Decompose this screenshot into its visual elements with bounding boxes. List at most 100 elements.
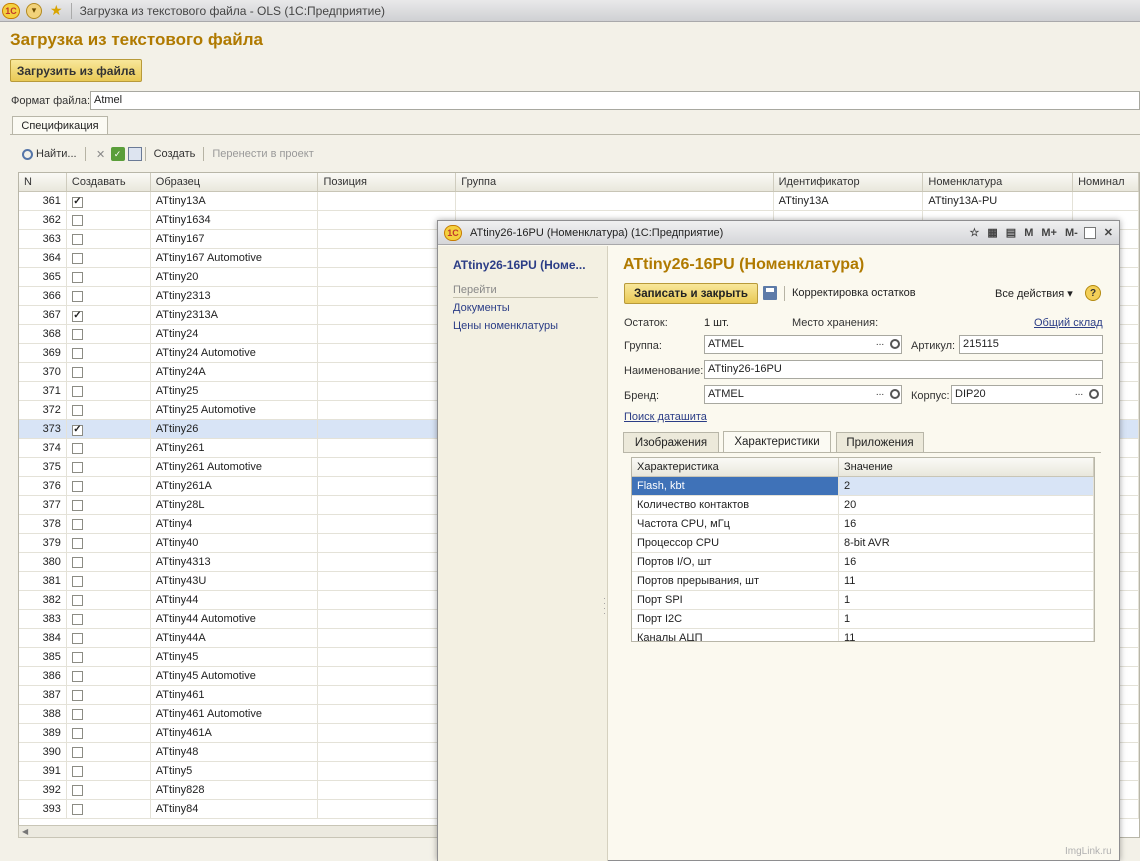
table-cell[interactable]	[318, 496, 457, 514]
create-checkbox-cell[interactable]	[67, 686, 151, 704]
column-header[interactable]: Позиция	[318, 173, 457, 191]
calculator-icon[interactable]: ▦	[987, 226, 997, 239]
create-checkbox[interactable]	[71, 538, 83, 549]
create-checkbox-cell[interactable]	[67, 382, 151, 400]
create-checkbox-cell[interactable]	[67, 629, 151, 647]
tab-characteristics[interactable]: Характеристики	[723, 431, 831, 452]
create-checkbox-cell[interactable]: ✓	[67, 306, 151, 324]
table-cell[interactable]: 389	[19, 724, 67, 742]
disconnect-icon[interactable]: ✕	[94, 147, 108, 161]
table-cell[interactable]	[318, 268, 457, 286]
column-header[interactable]: N	[19, 173, 67, 191]
table-cell[interactable]: ATtiny2313A	[151, 306, 319, 324]
all-actions-menu[interactable]: Все действия ▾	[995, 287, 1073, 300]
memory-plus-button[interactable]: M+	[1041, 227, 1057, 239]
table-cell[interactable]: ATtiny261	[151, 439, 319, 457]
table-cell[interactable]	[318, 610, 457, 628]
table-cell[interactable]: 385	[19, 648, 67, 666]
create-checkbox-cell[interactable]: ✓	[67, 420, 151, 438]
horizontal-scrollbar[interactable]: ◀	[18, 825, 438, 838]
table-cell[interactable]	[318, 382, 457, 400]
table-cell[interactable]	[318, 572, 457, 590]
create-checkbox[interactable]: ✓	[71, 310, 83, 322]
table-cell[interactable]: 392	[19, 781, 67, 799]
table-cell[interactable]	[318, 363, 457, 381]
create-checkbox[interactable]	[71, 728, 83, 739]
table-cell[interactable]	[318, 439, 457, 457]
table-cell[interactable]: ATtiny5	[151, 762, 319, 780]
tab-images[interactable]: Изображения	[623, 432, 719, 452]
table-cell[interactable]	[318, 249, 457, 267]
table-cell[interactable]	[1073, 192, 1139, 210]
main-menu-icon[interactable]: ▾	[26, 2, 42, 19]
characteristic-name[interactable]: Порт SPI	[632, 591, 839, 609]
create-checkbox-cell[interactable]	[67, 401, 151, 419]
create-checkbox[interactable]	[71, 253, 83, 264]
nav-link-documents[interactable]: Документы	[453, 302, 510, 314]
table-cell[interactable]	[318, 667, 457, 685]
table-cell[interactable]: ATtiny44 Automotive	[151, 610, 319, 628]
table-row[interactable]: 361 ✓ ATtiny13A ATtiny13A ATtiny13A-PU	[19, 192, 1139, 211]
table-cell[interactable]: ATtiny24 Automotive	[151, 344, 319, 362]
table-cell[interactable]: 368	[19, 325, 67, 343]
table-cell[interactable]	[318, 515, 457, 533]
create-checkbox[interactable]	[71, 557, 83, 568]
create-checkbox[interactable]	[71, 633, 83, 644]
table-cell[interactable]: ATtiny461A	[151, 724, 319, 742]
create-checkbox-cell[interactable]	[67, 268, 151, 286]
table-cell[interactable]	[318, 553, 457, 571]
table-cell[interactable]: 378	[19, 515, 67, 533]
calendar-icon[interactable]: ▤	[1006, 226, 1016, 239]
characteristic-name[interactable]: Портов I/O, шт	[632, 553, 839, 571]
create-checkbox[interactable]	[71, 519, 83, 530]
table-cell[interactable]: ATtiny461	[151, 686, 319, 704]
table-cell[interactable]: 388	[19, 705, 67, 723]
create-checkbox[interactable]	[71, 709, 83, 720]
table-cell[interactable]: ATtiny13A-PU	[923, 192, 1074, 210]
table-cell[interactable]: 363	[19, 230, 67, 248]
create-checkbox[interactable]	[71, 329, 83, 340]
table-cell[interactable]: ATtiny461 Automotive	[151, 705, 319, 723]
search-icon[interactable]	[890, 389, 900, 399]
create-checkbox-cell[interactable]	[67, 743, 151, 761]
create-checkbox-cell[interactable]	[67, 800, 151, 818]
create-checkbox[interactable]	[71, 367, 83, 378]
create-checkbox-cell[interactable]	[67, 230, 151, 248]
search-icon[interactable]	[890, 339, 900, 349]
table-cell[interactable]: ATtiny261 Automotive	[151, 458, 319, 476]
create-button[interactable]: Создать	[154, 148, 196, 160]
table-cell[interactable]: ATtiny43U	[151, 572, 319, 590]
table-cell[interactable]	[456, 192, 774, 210]
table-cell[interactable]	[318, 724, 457, 742]
create-checkbox-cell[interactable]	[67, 781, 151, 799]
table-cell[interactable]	[318, 743, 457, 761]
create-checkbox[interactable]	[71, 500, 83, 511]
storage-link[interactable]: Общий склад	[1034, 317, 1103, 329]
create-checkbox[interactable]	[71, 652, 83, 663]
create-checkbox-cell[interactable]	[67, 496, 151, 514]
create-checkbox[interactable]	[71, 766, 83, 777]
table-cell[interactable]	[318, 230, 457, 248]
table-cell[interactable]	[318, 325, 457, 343]
characteristic-name[interactable]: Flash, kbt	[632, 477, 839, 495]
table-cell[interactable]: ATtiny28L	[151, 496, 319, 514]
table-row[interactable]: Частота CPU, мГц 16	[632, 515, 1094, 534]
column-header[interactable]: Создавать	[67, 173, 151, 191]
format-input[interactable]: Atmel	[90, 91, 1140, 110]
column-header[interactable]: Идентификатор	[774, 173, 924, 191]
table-cell[interactable]: 362	[19, 211, 67, 229]
table-cell[interactable]: 375	[19, 458, 67, 476]
table-cell[interactable]	[318, 477, 457, 495]
column-header[interactable]: Значение	[839, 458, 1094, 476]
name-input[interactable]: ATtiny26-16PU	[704, 360, 1103, 379]
table-cell[interactable]	[318, 458, 457, 476]
table-cell[interactable]: ATtiny40	[151, 534, 319, 552]
create-checkbox[interactable]	[71, 215, 83, 226]
create-checkbox-cell[interactable]	[67, 534, 151, 552]
table-row[interactable]: Процессор CPU 8-bit AVR	[632, 534, 1094, 553]
table-cell[interactable]: ATtiny167	[151, 230, 319, 248]
table-cell[interactable]	[318, 344, 457, 362]
create-checkbox-cell[interactable]	[67, 515, 151, 533]
create-checkbox-cell[interactable]	[67, 648, 151, 666]
table-cell[interactable]: 370	[19, 363, 67, 381]
